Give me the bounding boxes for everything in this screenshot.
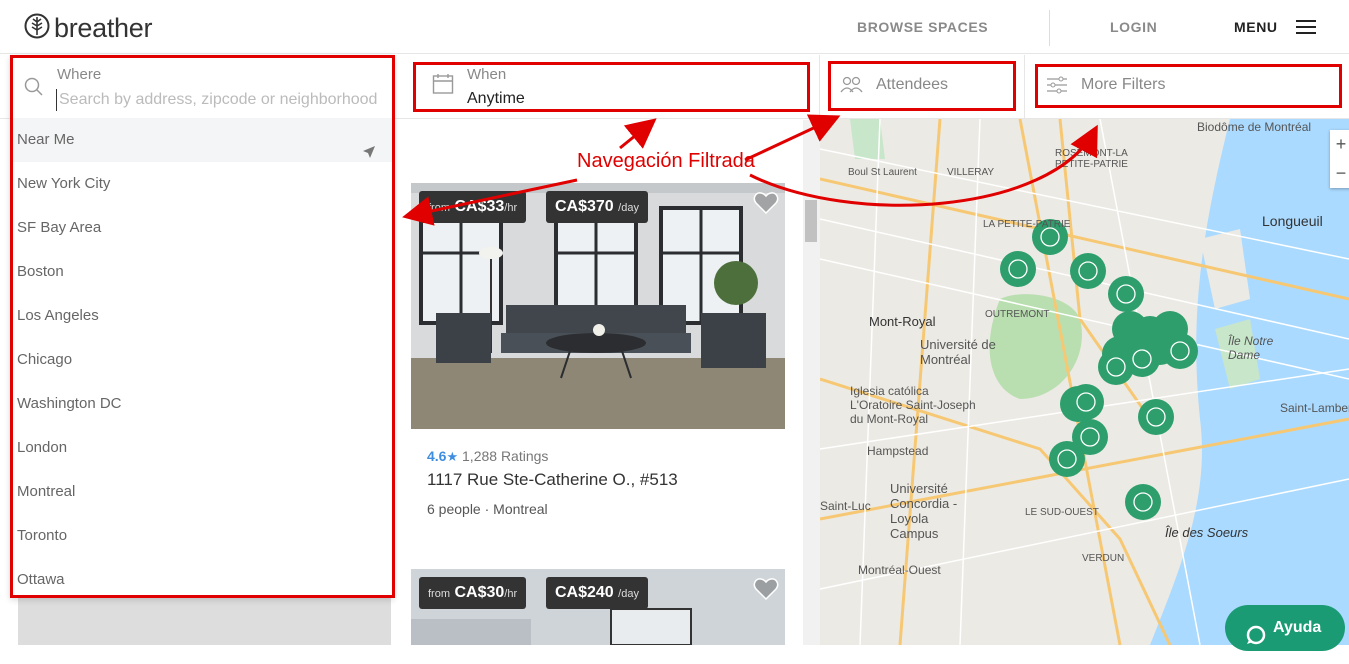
chat-bubble-icon xyxy=(1245,618,1267,664)
help-chat-button[interactable]: Ayuda xyxy=(1225,605,1345,651)
annotation-arrows xyxy=(402,114,1098,226)
annotation-label: Navegación Filtrada xyxy=(577,150,755,172)
